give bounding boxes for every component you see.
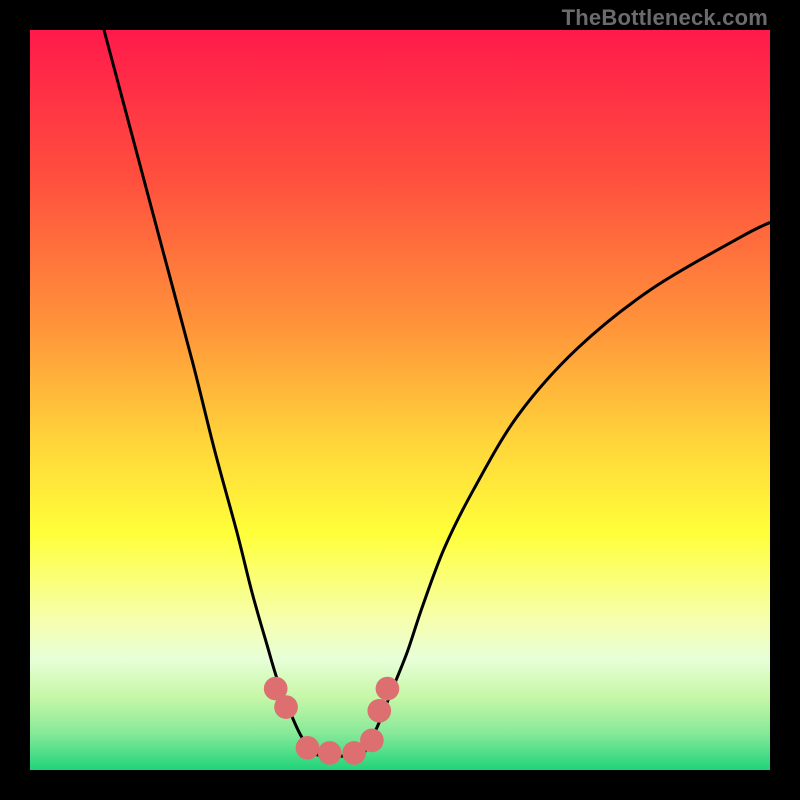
- marker-point: [274, 695, 298, 719]
- marker-point: [367, 699, 391, 723]
- chart-frame: TheBottleneck.com: [0, 0, 800, 800]
- watermark-text: TheBottleneck.com: [562, 5, 768, 31]
- left-curve: [104, 30, 363, 756]
- marker-point: [360, 729, 384, 753]
- bottom-markers: [264, 677, 399, 765]
- curves-layer: [30, 30, 770, 770]
- plot-area: [30, 30, 770, 770]
- marker-point: [376, 677, 400, 701]
- right-curve: [363, 222, 770, 755]
- marker-point: [318, 741, 342, 765]
- marker-point: [296, 736, 320, 760]
